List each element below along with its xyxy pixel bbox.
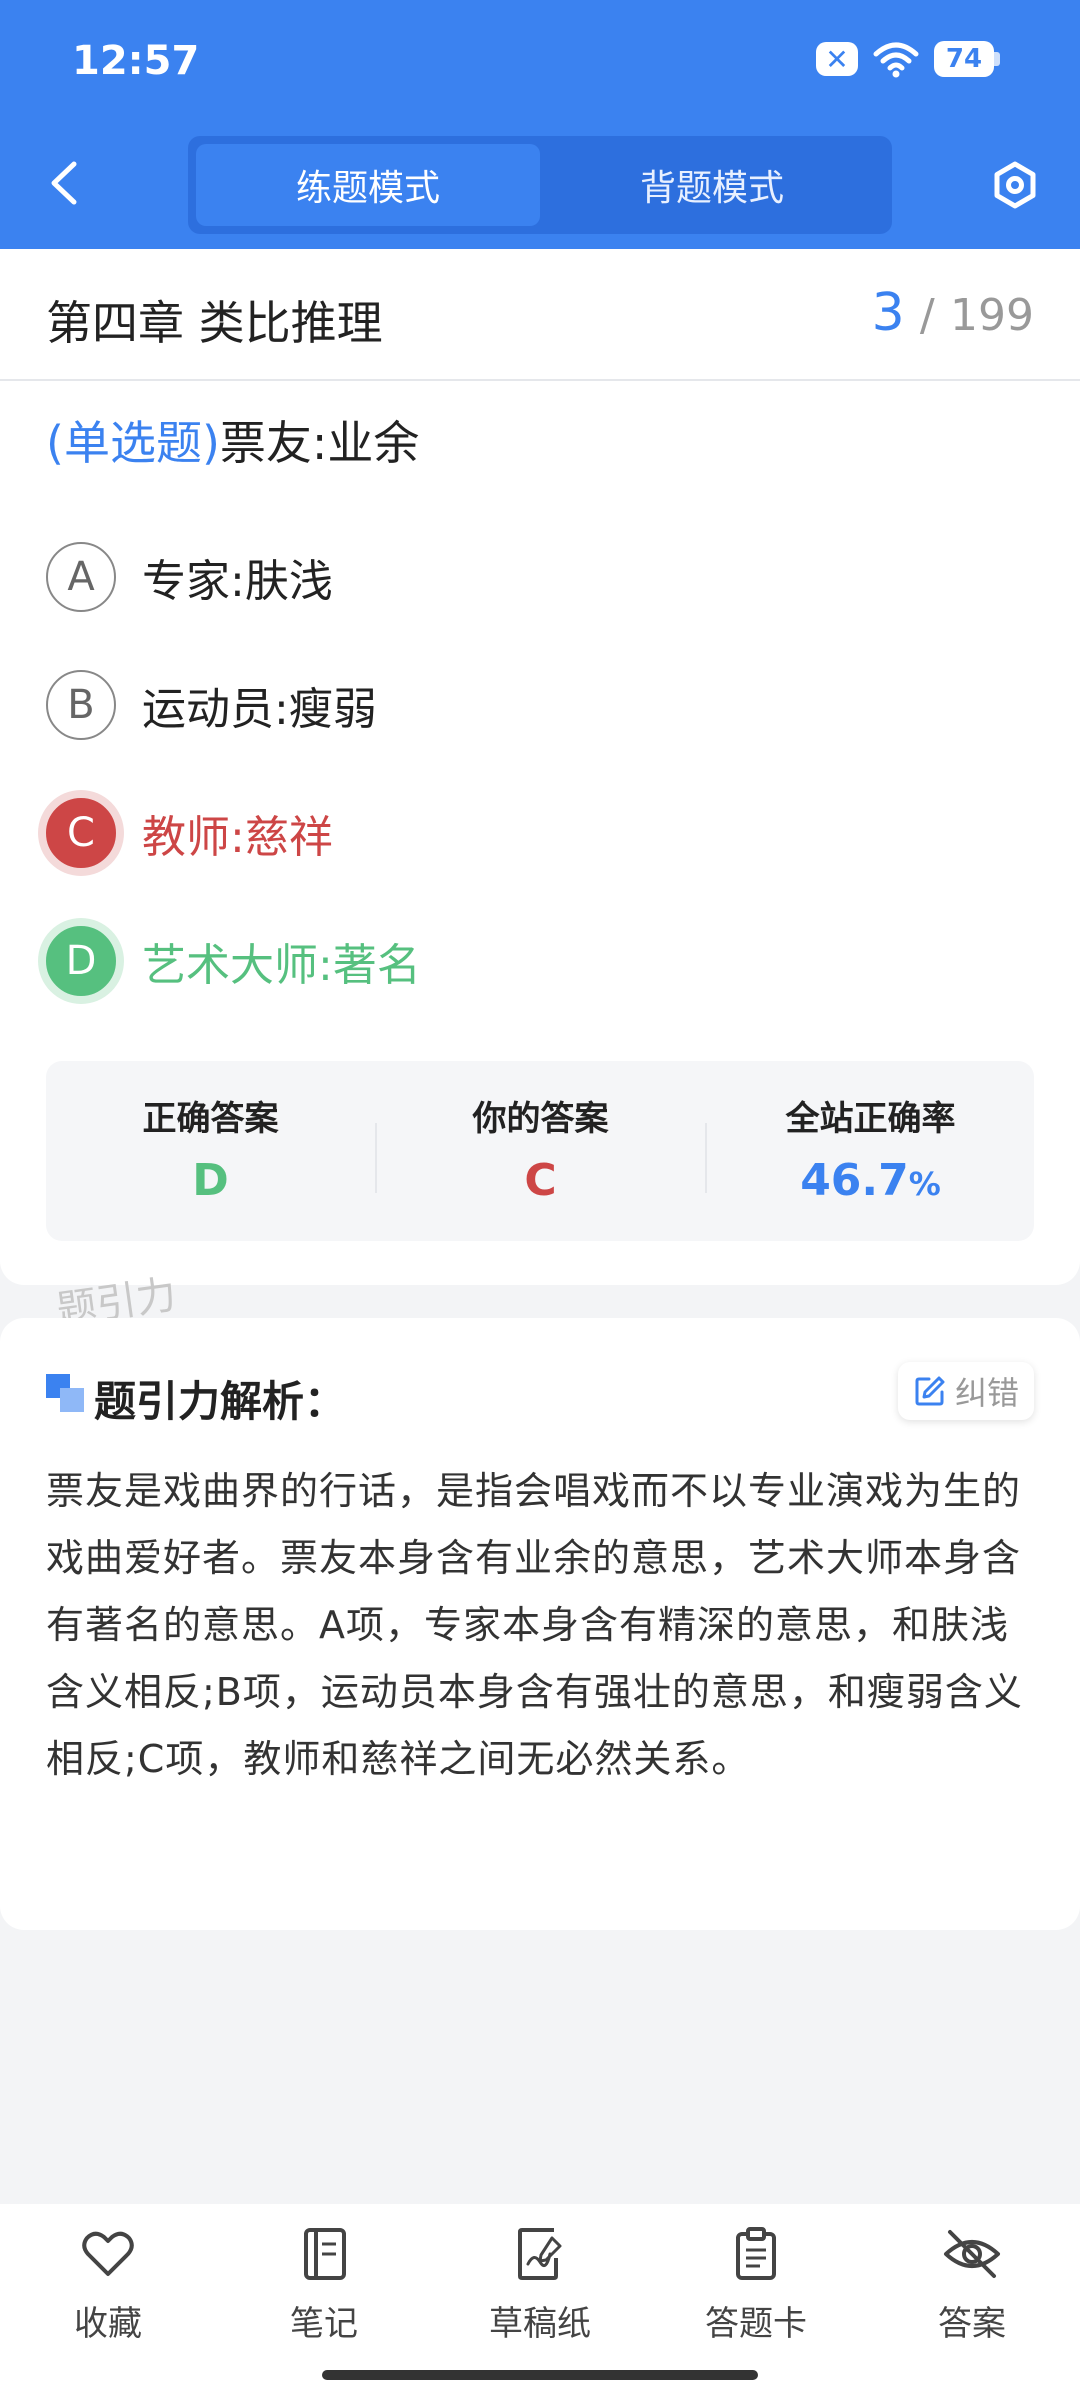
option-b[interactable]: B 运动员:瘦弱: [46, 667, 377, 743]
question-text: 票友:业余: [219, 416, 420, 470]
notification-x-icon: ✕: [816, 42, 858, 76]
nav-answer[interactable]: 答案: [864, 2224, 1080, 2344]
tab-memorize-mode[interactable]: 背题模式: [540, 144, 884, 226]
counter-separator: /: [919, 290, 935, 341]
nav-favorite[interactable]: 收藏: [0, 2224, 216, 2344]
option-letter: D: [46, 926, 116, 996]
question-counter: 3 / 199: [872, 283, 1034, 343]
your-answer-value: C: [524, 1155, 557, 1206]
analysis-text: 票友是戏曲界的行话，是指会唱戏而不以专业演戏为生的戏曲爱好者。票友本身含有业余的…: [46, 1469, 1023, 1781]
status-icons: ✕ 74: [816, 40, 1000, 78]
clipboard-icon: [736, 2227, 776, 2280]
report-error-label: 纠错: [954, 1374, 1019, 1412]
result-summary: 正确答案 D 你的答案 C 全站正确率 46.7%: [46, 1061, 1034, 1241]
site-accuracy-label: 全站正确率: [785, 1099, 956, 1139]
nav-draft[interactable]: 草稿纸: [432, 2224, 648, 2344]
option-text: 运动员:瘦弱: [142, 684, 377, 735]
nav-label: 草稿纸: [489, 2304, 591, 2344]
mode-switch: 练题模式 背题模式: [188, 136, 892, 234]
option-c[interactable]: C 教师:慈祥: [46, 795, 333, 871]
option-a[interactable]: A 专家:肤浅: [46, 539, 333, 615]
option-letter: C: [46, 798, 116, 868]
correct-answer-value: D: [192, 1155, 229, 1206]
analysis-squares-icon: [46, 1374, 84, 1412]
heart-icon: [82, 2231, 134, 2276]
nav-label: 答题卡: [705, 2304, 807, 2344]
your-answer: 你的答案 C: [376, 1061, 705, 1241]
edit-icon: [915, 1376, 945, 1406]
battery-icon: 74: [934, 41, 1000, 77]
option-text: 专家:肤浅: [142, 556, 333, 607]
counter-current: 3: [871, 283, 905, 343]
site-accuracy-value: 46.7%: [706, 1155, 1035, 1206]
chapter-title: 第四章 类比推理: [46, 296, 383, 350]
nav-notes[interactable]: 笔记: [216, 2224, 432, 2344]
option-text: 教师:慈祥: [142, 812, 333, 863]
your-answer-label: 你的答案: [472, 1099, 609, 1139]
eye-off-icon: [944, 2230, 1000, 2278]
nav-label: 收藏: [74, 2304, 142, 2344]
status-time: 12:57: [72, 38, 200, 84]
analysis-title: 题引力解析：: [94, 1377, 347, 1426]
correct-answer-label: 正确答案: [142, 1099, 279, 1139]
question-card: 第四章 类比推理 3 / 199 (单选题)票友:业余 A 专家:肤浅 B 运动…: [0, 249, 1080, 1285]
settings-hexagon-icon[interactable]: [990, 160, 1040, 210]
option-d[interactable]: D 艺术大师:著名: [46, 923, 421, 999]
counter-total: 199: [950, 290, 1034, 341]
accuracy-unit: %: [908, 1165, 941, 1203]
option-letter: B: [46, 670, 116, 740]
chapter-row: 第四章 类比推理 3 / 199: [0, 249, 1080, 381]
top-header: 12:57 ✕ 74 练题模式 背题模式: [0, 0, 1080, 249]
battery-level: 74: [934, 41, 994, 77]
nav-label: 答案: [938, 2304, 1006, 2344]
accuracy-number: 46.7: [800, 1155, 909, 1206]
notebook-icon: [304, 2228, 346, 2280]
option-text: 艺术大师:著名: [142, 940, 421, 991]
wifi-icon: [873, 42, 919, 78]
analysis-card: 题引力解析： 纠错 票友是戏曲界的行话，是指会唱戏而不以专业演戏为生的戏曲爱好者…: [0, 1318, 1080, 1930]
site-accuracy: 全站正确率 46.7%: [706, 1061, 1035, 1241]
question-stem: (单选题)票友:业余: [46, 407, 419, 473]
tab-practice-mode[interactable]: 练题模式: [196, 144, 540, 226]
home-indicator[interactable]: [322, 2370, 758, 2380]
correct-answer: 正确答案 D: [46, 1061, 375, 1241]
report-error-button[interactable]: 纠错: [898, 1362, 1034, 1420]
question-type: (单选题): [46, 416, 220, 470]
back-arrow-icon[interactable]: [44, 158, 84, 208]
nav-label: 笔记: [290, 2304, 358, 2344]
option-letter: A: [46, 542, 116, 612]
nav-answer-sheet[interactable]: 答题卡: [648, 2224, 864, 2344]
draft-icon: [518, 2228, 562, 2280]
